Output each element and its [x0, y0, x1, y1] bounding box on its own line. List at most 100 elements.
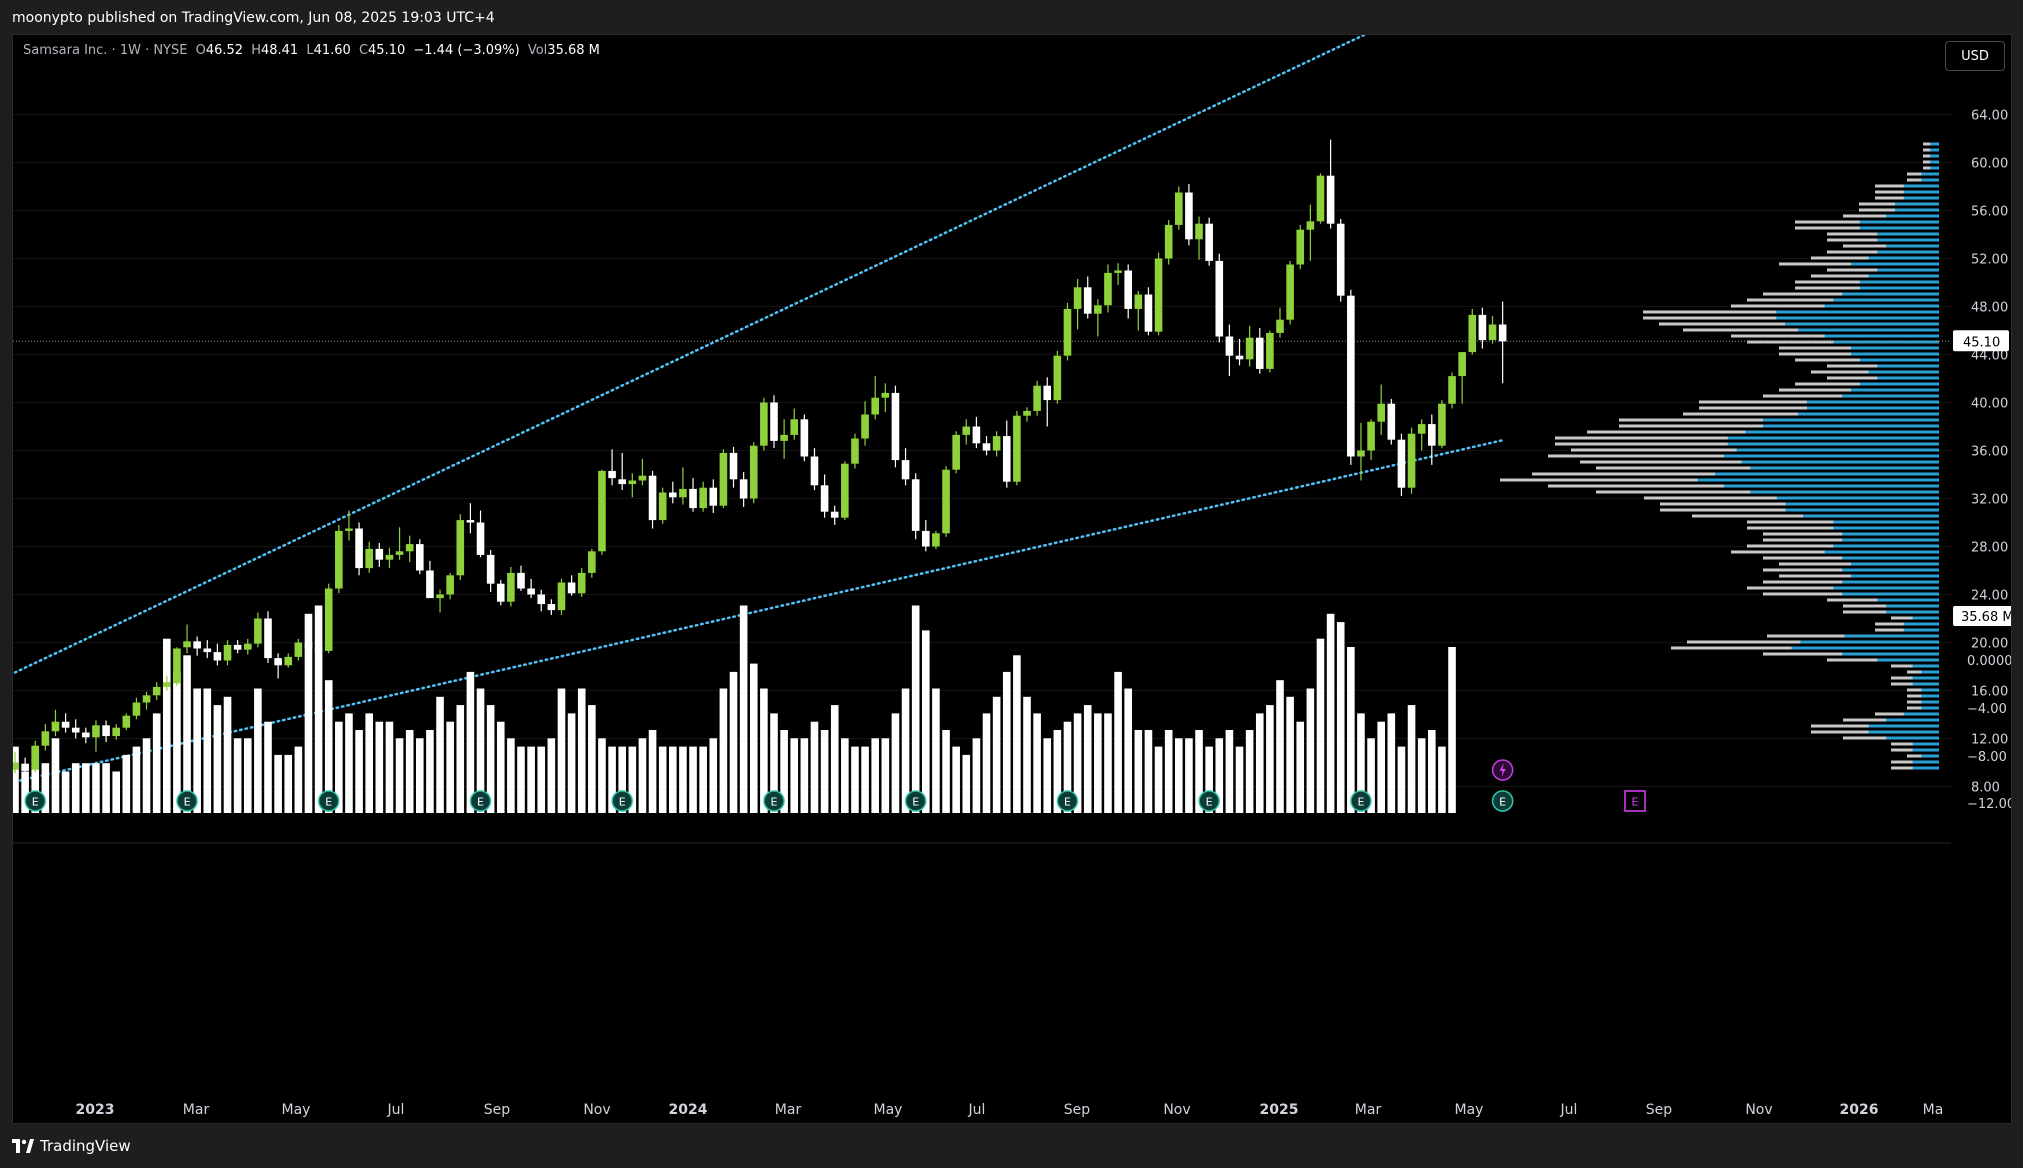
profile-bar-up — [1803, 514, 1939, 518]
time-axis-label: May — [874, 1102, 903, 1118]
candle-up — [1458, 352, 1466, 377]
volume-bar — [739, 605, 748, 813]
profile-bar-up — [1824, 550, 1939, 554]
price-axis-label: 52.00 — [1971, 253, 2008, 268]
volume-bar — [163, 638, 171, 813]
volume-bar — [830, 705, 839, 813]
volume-bar — [61, 771, 70, 813]
profile-bar-up — [1886, 244, 1939, 248]
volume-bar — [1235, 746, 1244, 813]
earnings-marker-text: E — [325, 796, 332, 809]
candle-down — [1124, 270, 1132, 309]
candle-up — [122, 715, 131, 728]
volume-axis-label: −8.00 — [1967, 750, 2007, 765]
volume-bar — [1286, 696, 1294, 813]
candle-up — [1296, 229, 1305, 265]
candle-up — [507, 572, 515, 602]
volume-bar — [51, 738, 60, 813]
candle-down — [193, 641, 201, 649]
candle-down — [709, 487, 718, 506]
volume-bar — [658, 746, 667, 813]
volume-bar — [729, 671, 738, 813]
candle-up — [760, 402, 768, 446]
footer-brand[interactable]: TradingView — [12, 1132, 131, 1160]
volume-bar — [1124, 688, 1132, 813]
profile-bar-up — [1697, 478, 1939, 482]
profile-bar-up — [1912, 742, 1939, 746]
profile-bar-up — [1903, 622, 1939, 626]
profile-bar-up — [1785, 322, 1939, 326]
profile-bar-up — [1800, 640, 1939, 644]
candle-up — [962, 426, 971, 435]
open-label: O — [195, 43, 206, 58]
candle-up — [142, 695, 151, 703]
volume-axis-label: 0.0000 — [1967, 654, 2011, 669]
volume-bar — [669, 746, 677, 813]
candle-down — [82, 732, 90, 738]
price-axis-label: 12.00 — [1971, 733, 2008, 748]
candle-down — [800, 419, 809, 457]
symbol-name: Samsara Inc. · 1W · NYSE — [23, 43, 188, 58]
candle-up — [1164, 224, 1173, 259]
time-axis-label: 2025 — [1260, 1102, 1299, 1118]
candle-up — [223, 644, 232, 661]
price-axis-label: 48.00 — [1971, 301, 2008, 316]
candle-up — [324, 588, 333, 651]
volume-bar — [1043, 738, 1052, 813]
volume-bar — [1407, 705, 1416, 813]
candle-up — [1286, 264, 1294, 320]
volume-bar — [1245, 730, 1254, 813]
candle-up — [679, 488, 687, 498]
volume-bar — [679, 746, 687, 813]
volume-bar — [1266, 705, 1274, 813]
candle-up — [588, 551, 596, 573]
volume-bar — [1336, 622, 1345, 813]
volume-bar — [355, 730, 363, 813]
profile-bar-up — [1930, 148, 1939, 152]
candle-up — [871, 397, 879, 415]
chart-canvas[interactable]: EEEEEEEEEEEEE 64.0060.0056.0052.0048.004… — [13, 35, 2011, 1123]
candle-down — [1326, 175, 1335, 224]
volume-bar — [426, 730, 434, 813]
earnings-marker: E — [904, 790, 927, 812]
candle-up — [699, 487, 707, 509]
time-axis-label: Jul — [1560, 1102, 1578, 1118]
volume-bar — [1428, 730, 1436, 813]
candle-up — [658, 492, 667, 521]
candle-down — [537, 594, 546, 605]
price-axis-label: 16.00 — [1971, 685, 2008, 700]
candle-up — [1104, 272, 1112, 306]
candle-up — [456, 520, 465, 576]
profile-bar-up — [1868, 730, 1939, 734]
candle-up — [749, 445, 758, 499]
candle-down — [355, 528, 363, 569]
earnings-marker-text: E — [1357, 796, 1364, 809]
earnings-marker: E — [176, 790, 198, 812]
candle-down — [1144, 294, 1153, 332]
candle-up — [112, 727, 120, 737]
candle-up — [952, 434, 960, 470]
volume-profile — [1500, 142, 1939, 770]
profile-bar-up — [1851, 262, 1939, 266]
candle-down — [830, 511, 839, 518]
profile-bar-up — [1912, 616, 1939, 620]
profile-bar-up — [1842, 592, 1939, 596]
candle-up — [173, 648, 181, 684]
volume-bar — [1397, 746, 1406, 813]
future-earnings-text: E — [1632, 796, 1639, 809]
profile-bar-up — [1895, 208, 1939, 212]
candle-down — [486, 554, 495, 584]
chart-panel[interactable]: EEEEEEEEEEEEE 64.0060.0056.0052.0048.004… — [12, 34, 2012, 1124]
time-axis-label: Sep — [1064, 1102, 1091, 1118]
profile-bar-up — [1727, 436, 1939, 440]
profile-bar-up — [1868, 274, 1939, 278]
candle-up — [1306, 221, 1315, 230]
profile-bar-up — [1921, 688, 1939, 692]
candle-up — [335, 530, 343, 589]
currency-button[interactable]: USD — [1945, 41, 2005, 71]
profile-bar-up — [1877, 598, 1939, 602]
candles — [13, 139, 1507, 775]
earnings-marker-text: E — [1499, 796, 1506, 809]
profile-bar-up — [1903, 196, 1939, 200]
volume-bar — [92, 763, 100, 813]
